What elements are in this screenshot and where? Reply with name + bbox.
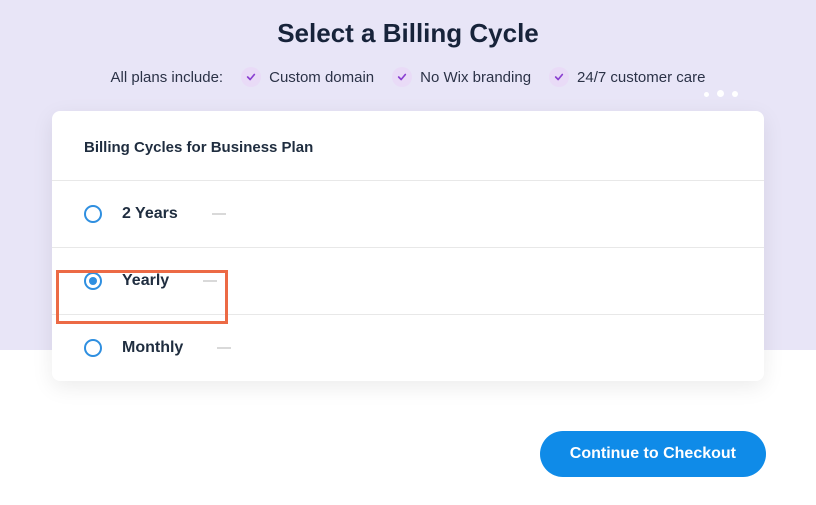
option-yearly[interactable]: Yearly <box>52 248 764 315</box>
page-title: Select a Billing Cycle <box>0 18 816 49</box>
placeholder-dash <box>203 280 217 282</box>
perk-label: No Wix branding <box>420 69 531 86</box>
perk-customer-care: 24/7 customer care <box>549 67 705 87</box>
option-label: Yearly <box>122 272 169 290</box>
check-icon <box>549 67 569 87</box>
billing-card: Billing Cycles for Business Plan 2 Years… <box>52 111 764 381</box>
check-icon <box>392 67 412 87</box>
option-label: 2 Years <box>122 205 178 223</box>
perk-no-branding: No Wix branding <box>392 67 531 87</box>
perk-label: Custom domain <box>269 69 374 86</box>
option-label: Monthly <box>122 339 183 357</box>
option-2-years[interactable]: 2 Years <box>52 181 764 248</box>
perk-custom-domain: Custom domain <box>241 67 374 87</box>
perk-label: 24/7 customer care <box>577 69 705 86</box>
placeholder-dash <box>217 347 231 349</box>
check-icon <box>241 67 261 87</box>
card-title: Billing Cycles for Business Plan <box>52 139 764 181</box>
radio-icon <box>84 339 102 357</box>
placeholder-dash <box>212 213 226 215</box>
perks-row: All plans include: Custom domain No Wix … <box>0 67 816 87</box>
perks-label: All plans include: <box>111 69 224 86</box>
option-monthly[interactable]: Monthly <box>52 315 764 381</box>
radio-icon <box>84 272 102 290</box>
radio-icon <box>84 205 102 223</box>
continue-to-checkout-button[interactable]: Continue to Checkout <box>540 431 766 477</box>
